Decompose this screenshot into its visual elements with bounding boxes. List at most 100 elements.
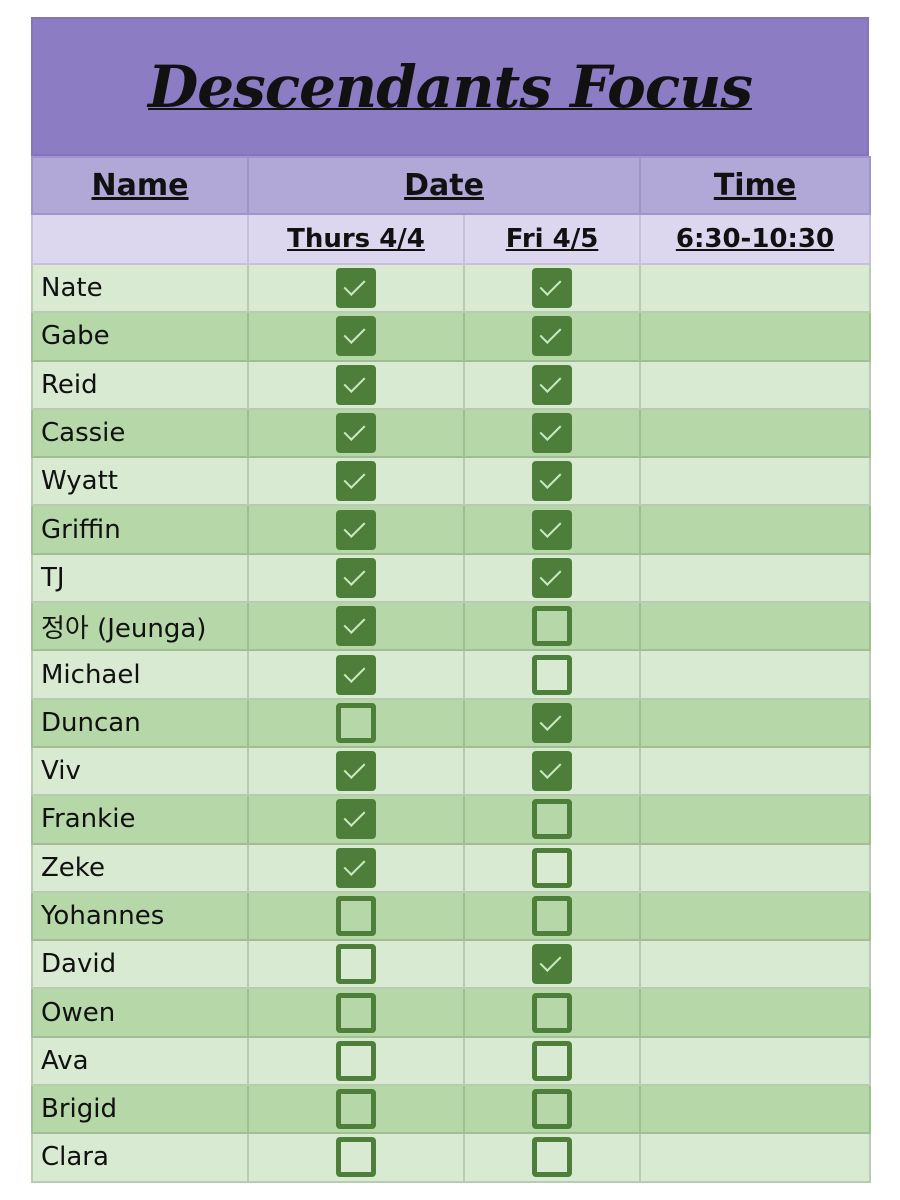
fri-cell: [463, 697, 641, 748]
person-name: Reid: [31, 359, 249, 410]
checkbox-unchecked-fri[interactable]: [532, 606, 572, 647]
checkbox-checked-thurs[interactable]: [336, 654, 376, 695]
checkbox-checked-thurs[interactable]: [336, 364, 376, 405]
person-name: Duncan: [31, 697, 249, 748]
person-name: Brigid: [31, 1084, 249, 1135]
checkbox-checked-thurs[interactable]: [336, 557, 376, 598]
checkbox-unchecked-thurs[interactable]: [336, 1089, 376, 1130]
thurs-cell: [247, 1035, 465, 1087]
time-cell[interactable]: [639, 745, 871, 797]
checkbox-checked-fri[interactable]: [532, 702, 572, 743]
person-name: Frankie: [31, 794, 249, 845]
fri-cell: [463, 504, 641, 555]
table-row: Cassie: [31, 407, 871, 459]
person-name: Gabe: [31, 311, 249, 362]
time-cell[interactable]: [639, 456, 871, 507]
table-row: Viv: [31, 745, 871, 797]
time-cell[interactable]: [639, 601, 871, 652]
checkbox-checked-fri[interactable]: [532, 364, 572, 405]
person-name: David: [31, 939, 249, 990]
table-row: 정아 (Jeunga): [31, 601, 871, 652]
checkbox-unchecked-thurs[interactable]: [336, 702, 376, 743]
fri-cell: [463, 456, 641, 507]
thurs-cell: [247, 311, 465, 362]
checkbox-checked-thurs[interactable]: [336, 316, 376, 357]
thurs-cell: [247, 552, 465, 604]
checkbox-checked-thurs[interactable]: [336, 799, 376, 840]
checkbox-checked-thurs[interactable]: [336, 847, 376, 888]
time-cell[interactable]: [639, 504, 871, 555]
fri-cell: [463, 649, 641, 700]
person-name: Yohannes: [31, 890, 249, 942]
checkbox-unchecked-thurs[interactable]: [336, 992, 376, 1033]
checkbox-unchecked-fri[interactable]: [532, 654, 572, 695]
checkbox-unchecked-fri[interactable]: [532, 799, 572, 840]
time-cell[interactable]: [639, 890, 871, 942]
table-row: Brigid: [31, 1084, 871, 1135]
fri-cell: [463, 842, 641, 893]
thurs-cell: [247, 697, 465, 748]
checkbox-checked-fri[interactable]: [532, 316, 572, 357]
thurs-cell: [247, 262, 465, 314]
time-cell[interactable]: [639, 1035, 871, 1087]
checkbox-checked-thurs[interactable]: [336, 413, 376, 454]
thurs-cell: [247, 407, 465, 459]
checkbox-checked-fri[interactable]: [532, 944, 572, 985]
table-row: Duncan: [31, 697, 871, 748]
time-cell[interactable]: [639, 1084, 871, 1135]
thurs-cell: [247, 359, 465, 410]
table-row: Wyatt: [31, 456, 871, 507]
time-cell[interactable]: [639, 987, 871, 1038]
checkbox-checked-fri[interactable]: [532, 461, 572, 502]
title-banner: Descendants Focus: [31, 17, 869, 156]
checkbox-unchecked-fri[interactable]: [532, 1040, 572, 1081]
table-row: Nate: [31, 262, 871, 314]
checkbox-unchecked-fri[interactable]: [532, 992, 572, 1033]
person-name: Ava: [31, 1035, 249, 1087]
checkbox-checked-fri[interactable]: [532, 557, 572, 598]
time-cell[interactable]: [639, 311, 871, 362]
time-cell[interactable]: [639, 1132, 871, 1183]
table-row: David: [31, 939, 871, 990]
checkbox-unchecked-thurs[interactable]: [336, 1040, 376, 1081]
fri-cell: [463, 1035, 641, 1087]
checkbox-checked-fri[interactable]: [532, 413, 572, 454]
fri-cell: [463, 939, 641, 990]
checkbox-unchecked-fri[interactable]: [532, 847, 572, 888]
person-name: Viv: [31, 745, 249, 797]
time-cell[interactable]: [639, 552, 871, 604]
checkbox-unchecked-thurs[interactable]: [336, 1137, 376, 1178]
checkbox-unchecked-fri[interactable]: [532, 1137, 572, 1178]
person-name: 정아 (Jeunga): [31, 601, 249, 652]
checkbox-checked-fri[interactable]: [532, 509, 572, 550]
time-cell[interactable]: [639, 939, 871, 990]
checkbox-checked-thurs[interactable]: [336, 268, 376, 309]
checkbox-unchecked-fri[interactable]: [532, 1089, 572, 1130]
time-cell[interactable]: [639, 794, 871, 845]
time-cell[interactable]: [639, 649, 871, 700]
person-name: Nate: [31, 262, 249, 314]
time-cell[interactable]: [639, 697, 871, 748]
checkbox-unchecked-thurs[interactable]: [336, 896, 376, 936]
checkbox-checked-fri[interactable]: [532, 268, 572, 309]
fri-cell: [463, 1132, 641, 1183]
thurs-cell: [247, 842, 465, 893]
table-row: Yohannes: [31, 890, 871, 942]
time-cell[interactable]: [639, 262, 871, 314]
thurs-cell: [247, 794, 465, 845]
checkbox-checked-fri[interactable]: [532, 751, 572, 792]
checkbox-checked-thurs[interactable]: [336, 751, 376, 792]
checkbox-checked-thurs[interactable]: [336, 606, 376, 647]
person-name: Wyatt: [31, 456, 249, 507]
time-cell[interactable]: [639, 842, 871, 893]
checkbox-checked-thurs[interactable]: [336, 509, 376, 550]
checkbox-unchecked-thurs[interactable]: [336, 944, 376, 985]
person-name: Griffin: [31, 504, 249, 555]
fri-cell: [463, 552, 641, 604]
checkbox-unchecked-fri[interactable]: [532, 896, 572, 936]
time-cell[interactable]: [639, 359, 871, 410]
person-name: Clara: [31, 1132, 249, 1183]
time-cell[interactable]: [639, 407, 871, 459]
person-name: Cassie: [31, 407, 249, 459]
checkbox-checked-thurs[interactable]: [336, 461, 376, 502]
